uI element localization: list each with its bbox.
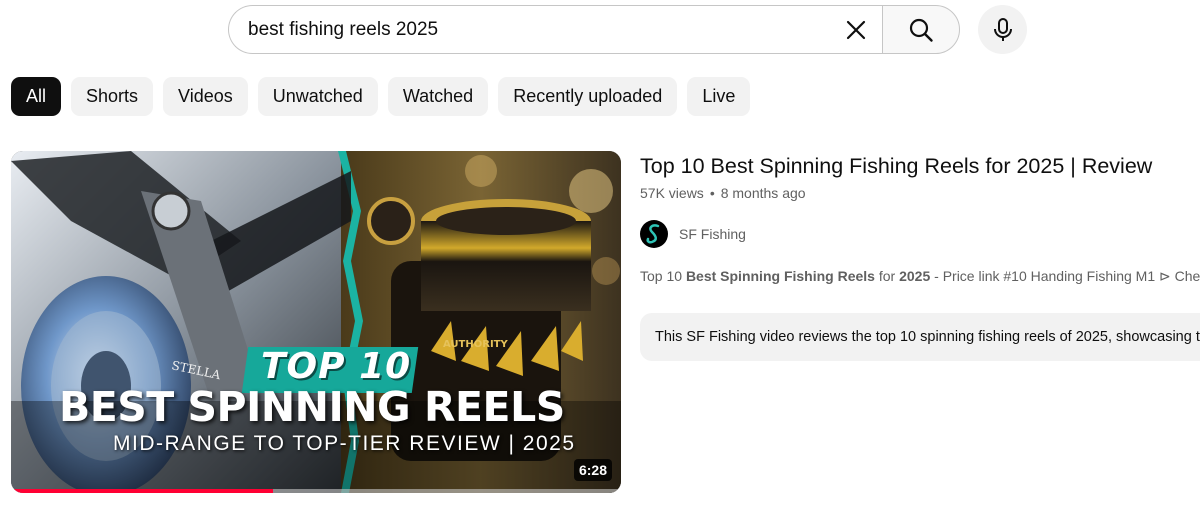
ai-summary-box: This SF Fishing video reviews the top 10… xyxy=(640,313,1200,361)
view-count: 57K views xyxy=(640,185,704,201)
watch-progress-bar xyxy=(11,489,621,493)
overlay-subtitle: MID-RANGE TO TOP-TIER REVIEW | 2025 xyxy=(113,432,576,455)
description-part: Best Spinning Fishing Reels xyxy=(685,268,875,284)
description-part: Top 10 xyxy=(640,268,686,284)
chip-shorts[interactable]: Shorts xyxy=(71,77,154,116)
meta-separator: • xyxy=(709,185,715,201)
reel-brand-right: AUTHORITY xyxy=(443,339,508,350)
channel-name[interactable]: SF Fishing xyxy=(679,226,746,242)
chip-videos[interactable]: Videos xyxy=(163,77,248,116)
search-button[interactable] xyxy=(882,5,960,54)
description-part: for xyxy=(874,268,900,284)
channel-avatar[interactable] xyxy=(640,220,668,248)
video-metadata: 57K views • 8 months ago xyxy=(640,185,806,201)
overlay-badge: TOP 10 xyxy=(261,346,412,387)
search-bar: best fishing reels 2025 xyxy=(228,5,960,54)
chip-recently-uploaded[interactable]: Recently uploaded xyxy=(498,77,678,116)
video-title[interactable]: Top 10 Best Spinning Fishing Reels for 2… xyxy=(640,154,1152,179)
ai-summary-text: This SF Fishing video reviews the top 10… xyxy=(655,329,1200,345)
close-icon xyxy=(846,20,866,39)
description-part: - Price link #10 Handing Fishing M1 ⊳ Ch… xyxy=(930,268,1200,284)
microphone-icon xyxy=(993,17,1012,41)
chip-watched[interactable]: Watched xyxy=(387,77,489,116)
duration-badge: 6:28 xyxy=(573,459,612,481)
overlay-title: BEST SPINNING REELS xyxy=(59,383,565,431)
search-input[interactable]: best fishing reels 2025 xyxy=(248,19,836,41)
search-input-container[interactable]: best fishing reels 2025 xyxy=(228,5,882,54)
voice-search-button[interactable] xyxy=(978,5,1027,54)
filter-chips: All Shorts Videos Unwatched Watched Rece… xyxy=(11,77,751,116)
chip-live[interactable]: Live xyxy=(687,77,751,116)
channel-link[interactable]: SF Fishing xyxy=(640,220,746,248)
watch-progress-fill xyxy=(11,489,274,493)
chip-all[interactable]: All xyxy=(11,77,62,116)
chip-unwatched[interactable]: Unwatched xyxy=(257,77,378,116)
upload-age: 8 months ago xyxy=(720,185,806,201)
search-icon xyxy=(909,18,933,42)
description-part: 2025 xyxy=(899,268,931,284)
channel-logo-icon xyxy=(646,224,660,244)
clear-search-button[interactable] xyxy=(836,10,876,50)
video-thumbnail[interactable]: STELLA AUTHORITY TOP 10 BEST SPINNING RE… xyxy=(11,151,621,493)
video-description-snippet: Top 10 Best Spinning Fishing Reels for 2… xyxy=(640,268,1200,285)
